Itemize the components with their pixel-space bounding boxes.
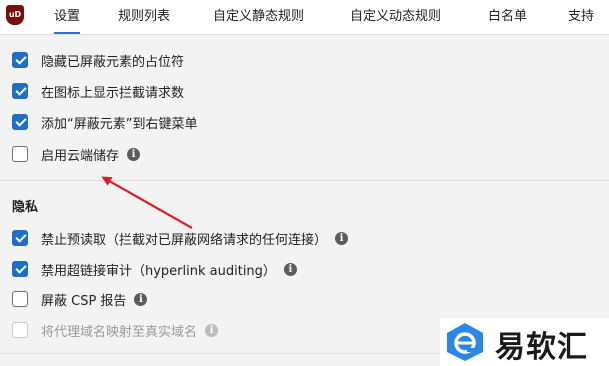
watermark: 易软汇	[440, 318, 609, 366]
watermark-text: 易软汇	[495, 330, 588, 365]
watermark-logo-icon	[447, 323, 483, 361]
annotation-arrow-icon	[101, 176, 193, 229]
